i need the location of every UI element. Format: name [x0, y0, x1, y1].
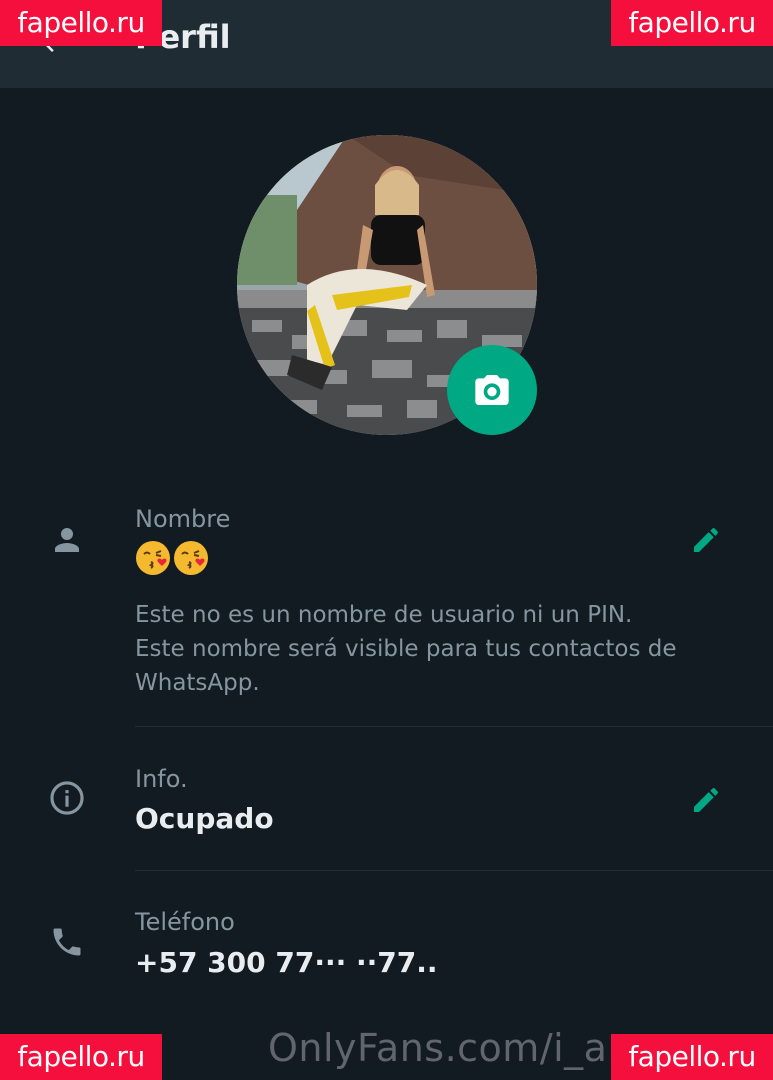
- name-hint-line: Este no es un nombre de usuario ni un PI…: [135, 602, 633, 628]
- name-hint: Este no es un nombre de usuario ni un PI…: [135, 598, 735, 700]
- divider: [135, 726, 773, 727]
- person-icon: [47, 520, 87, 560]
- change-photo-button[interactable]: [447, 345, 537, 435]
- info-label: Info.: [135, 765, 188, 793]
- phone-value: +57 300 77··· ··77..: [135, 946, 438, 979]
- edit-info-button[interactable]: [686, 780, 726, 820]
- divider: [135, 870, 773, 871]
- kissing-face-emoji-icon: [136, 541, 170, 575]
- edit-name-button[interactable]: [686, 520, 726, 560]
- watermark: fapello.ru: [611, 1034, 773, 1080]
- profile-photo-container: [237, 135, 537, 435]
- kissing-face-emoji-icon: [174, 541, 208, 575]
- info-value: Ocupado: [135, 802, 274, 835]
- pencil-icon: [694, 528, 718, 552]
- name-label: Nombre: [135, 505, 231, 533]
- watermark: fapello.ru: [611, 0, 773, 46]
- pencil-icon: [694, 788, 718, 812]
- name-hint-line: Este nombre será visible para tus contac…: [135, 636, 677, 662]
- name-value: [135, 540, 209, 576]
- info-icon: [47, 778, 87, 818]
- camera-icon: [475, 375, 509, 405]
- watermark: fapello.ru: [0, 1034, 162, 1080]
- watermark: fapello.ru: [0, 0, 162, 46]
- phone-icon: [47, 922, 87, 962]
- phone-label: Teléfono: [135, 908, 235, 936]
- name-hint-line: WhatsApp.: [135, 670, 260, 696]
